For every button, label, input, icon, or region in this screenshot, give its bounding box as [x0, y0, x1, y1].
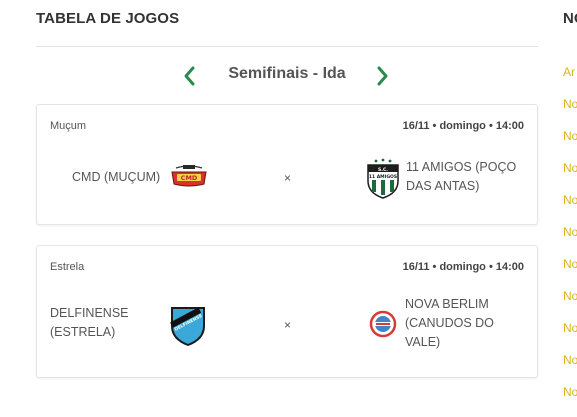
svg-text:S.C.: S.C.: [378, 167, 388, 173]
round-navigator: Semifinais - Ida: [36, 62, 538, 90]
sidebar-link[interactable]: No: [563, 158, 577, 190]
sidebar-title: NO: [563, 10, 577, 27]
cmd-crest-icon: CMD: [171, 165, 207, 187]
sidebar-link[interactable]: No: [563, 190, 577, 222]
nova-berlim-crest-icon: [369, 310, 397, 338]
sidebar-link[interactable]: No: [563, 350, 577, 382]
home-team-name[interactable]: CMD (MUÇUM): [72, 168, 160, 187]
away-team-name[interactable]: NOVA BERLIM (CANUDOS DO VALE): [405, 295, 527, 352]
11-amigos-crest-icon: S.C. 11 AMIGOS: [367, 158, 399, 199]
sidebar-link[interactable]: No: [563, 126, 577, 158]
chevron-right-icon[interactable]: [372, 64, 392, 88]
sidebar-link[interactable]: Ar: [563, 62, 577, 94]
match-venue: Estrela: [50, 261, 85, 273]
svg-text:CMD: CMD: [181, 174, 198, 182]
away-team-name[interactable]: 11 AMIGOS (POÇO DAS ANTAS): [406, 158, 526, 196]
match-venue: Muçum: [50, 120, 87, 132]
versus-separator: ×: [284, 318, 292, 332]
sidebar-link[interactable]: No: [563, 286, 577, 318]
sidebar-link[interactable]: No: [563, 382, 577, 414]
match-datetime: 16/11 • domingo • 14:00: [402, 120, 524, 132]
sidebar-link-list: Ar No No No No No No No No No No: [563, 62, 577, 414]
title-divider: [36, 46, 538, 47]
sidebar-link[interactable]: No: [563, 254, 577, 286]
sidebar-link[interactable]: No: [563, 222, 577, 254]
sidebar-link[interactable]: No: [563, 318, 577, 350]
versus-separator: ×: [284, 171, 292, 185]
home-team-name[interactable]: DELFINENSE (ESTRELA): [50, 304, 150, 342]
section-title: TABELA DE JOGOS: [36, 10, 180, 27]
delfinense-crest-icon: DELFINENSE: [170, 307, 205, 346]
svg-text:11 AMIGOS: 11 AMIGOS: [369, 174, 397, 180]
match-card[interactable]: Muçum 16/11 • domingo • 14:00 CMD (MUÇUM…: [36, 104, 538, 225]
sidebar-link[interactable]: No: [563, 94, 577, 126]
round-label: Semifinais - Ida: [228, 65, 346, 82]
match-card[interactable]: Estrela 16/11 • domingo • 14:00 DELFINEN…: [36, 245, 538, 378]
match-datetime: 16/11 • domingo • 14:00: [402, 261, 524, 273]
